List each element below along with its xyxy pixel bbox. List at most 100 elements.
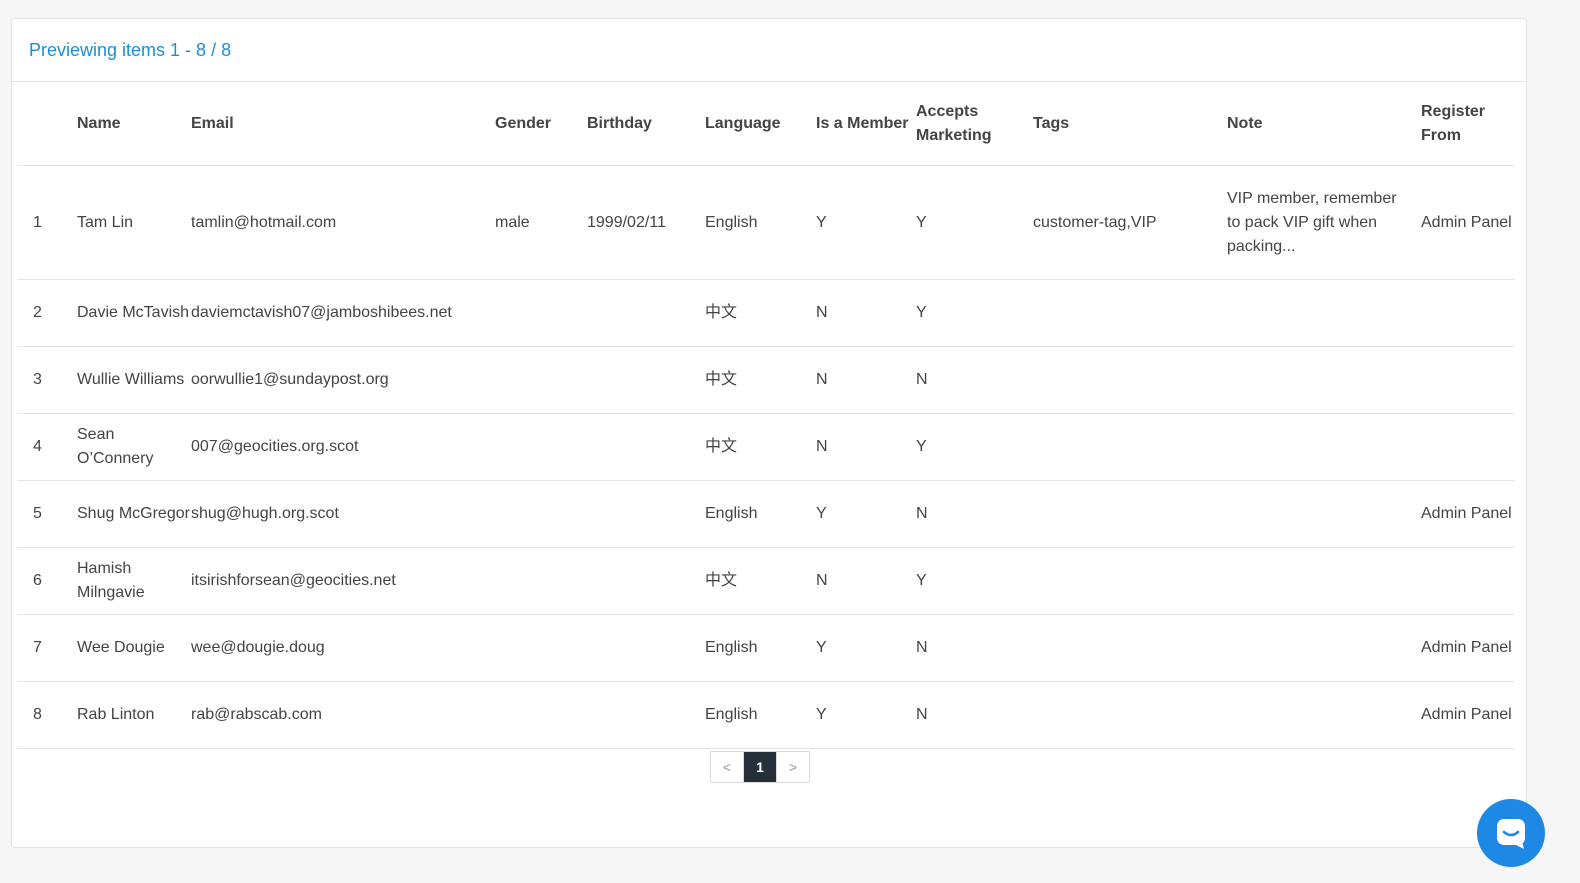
cell-index: 3 [33, 371, 42, 388]
cell-index: 6 [33, 572, 42, 589]
cell-register-from: Admin Panel [1421, 213, 1512, 231]
cell-email: oorwullie1@sundaypost.org [191, 371, 389, 388]
table-row: 3 Wullie Williams oorwullie1@sundaypost.… [17, 347, 1515, 414]
cell-gender [495, 280, 587, 347]
customers-table: Name Email Gender Birthday Language Is a… [17, 82, 1515, 749]
cell-index: 5 [33, 505, 42, 522]
cell-name: Wullie Williams [77, 371, 185, 388]
cell-gender: male [495, 213, 530, 231]
cell-gender [495, 414, 587, 481]
cell-note: VIP member, remember to pack VIP gift wh… [1227, 189, 1397, 255]
table-row: 5 Shug McGregor shug@hugh.org.scot Engli… [17, 481, 1515, 548]
cell-gender [495, 347, 587, 414]
cell-tags [1033, 414, 1227, 481]
cell-accepts-marketing: N [916, 371, 928, 388]
cell-is-member: Y [816, 505, 827, 522]
cell-name: Sean O’Connery [77, 426, 154, 467]
cell-name: Tam Lin [77, 213, 134, 231]
cell-tags [1033, 280, 1227, 347]
table-row: 7 Wee Dougie wee@dougie.doug English Y N… [17, 615, 1515, 682]
column-header-index [17, 82, 77, 166]
cell-name: Hamish Milngavie [77, 560, 145, 601]
cell-register-from: Admin Panel [1421, 639, 1512, 656]
cell-accepts-marketing: N [916, 505, 928, 522]
cell-language: English [705, 639, 758, 656]
cell-email: rab@rabscab.com [191, 706, 322, 723]
cell-birthday [587, 682, 705, 749]
cell-index: 4 [33, 438, 42, 455]
cell-gender [495, 682, 587, 749]
cell-index: 7 [33, 639, 42, 656]
column-header-register-from: Register From [1421, 102, 1486, 144]
cell-language: 中文 [705, 304, 738, 321]
column-header-language: Language [705, 114, 781, 132]
cell-is-member: N [816, 304, 828, 321]
cell-accepts-marketing: Y [916, 304, 927, 321]
cell-accepts-marketing: Y [916, 438, 927, 455]
card-header: Previewing items 1 - 8 / 8 [12, 19, 1526, 82]
cell-name: Rab Linton [77, 706, 155, 723]
cell-note [1227, 682, 1421, 749]
table-header-row: Name Email Gender Birthday Language Is a… [17, 82, 1515, 166]
cell-index: 2 [33, 304, 42, 321]
cell-accepts-marketing: Y [916, 572, 927, 589]
cell-register-from [1421, 414, 1515, 481]
cell-is-member: Y [816, 639, 827, 656]
pagination: < 1 > [710, 751, 810, 783]
cell-gender [495, 615, 587, 682]
column-header-birthday: Birthday [587, 114, 652, 132]
cell-is-member: Y [816, 213, 827, 231]
cell-tags [1033, 615, 1227, 682]
cell-name: Davie McTavish [77, 304, 190, 321]
cell-birthday [587, 615, 705, 682]
table-row: 8 Rab Linton rab@rabscab.com English Y N… [17, 682, 1515, 749]
cell-language: English [705, 213, 758, 231]
cell-is-member: N [816, 371, 828, 388]
cell-is-member: Y [816, 706, 827, 723]
cell-email: itsirishforsean@geocities.net [191, 572, 396, 589]
column-header-gender: Gender [495, 114, 552, 132]
cell-tags [1033, 481, 1227, 548]
cell-gender [495, 548, 587, 615]
cell-register-from: Admin Panel [1421, 505, 1512, 522]
cell-gender [495, 481, 587, 548]
cell-tags: customer-tag,VIP [1033, 213, 1157, 231]
cell-tags [1033, 682, 1227, 749]
cell-email: wee@dougie.doug [191, 639, 325, 656]
cell-note [1227, 280, 1421, 347]
cell-register-from [1421, 347, 1515, 414]
table-row: 6 Hamish Milngavie itsirishforsean@geoci… [17, 548, 1515, 615]
table-row: 4 Sean O’Connery 007@geocities.org.scot … [17, 414, 1515, 481]
cell-note [1227, 481, 1421, 548]
preview-title: Previewing items 1 - 8 / 8 [29, 39, 232, 60]
cell-tags [1033, 347, 1227, 414]
cell-index: 8 [33, 706, 42, 723]
cell-is-member: N [816, 438, 828, 455]
column-header-tags: Tags [1033, 114, 1070, 132]
cell-email: shug@hugh.org.scot [191, 505, 339, 522]
cell-birthday [587, 481, 705, 548]
table-row: 1 Tam Lin tamlin@hotmail.com male 1999/0… [17, 166, 1515, 280]
cell-name: Wee Dougie [77, 639, 165, 656]
cell-accepts-marketing: Y [916, 213, 927, 231]
cell-language: 中文 [705, 572, 738, 589]
next-page-button[interactable]: > [776, 752, 809, 782]
cell-email: 007@geocities.org.scot [191, 438, 359, 455]
cell-note [1227, 615, 1421, 682]
cell-register-from: Admin Panel [1421, 706, 1512, 723]
chat-launcher-button[interactable] [1477, 799, 1545, 867]
cell-register-from [1421, 280, 1515, 347]
cell-language: English [705, 505, 758, 522]
page-1-button[interactable]: 1 [744, 752, 776, 782]
cell-email: daviemctavish07@jamboshibees.net [191, 304, 452, 321]
cell-birthday [587, 548, 705, 615]
column-header-is-member: Is a Member [816, 114, 909, 132]
cell-birthday: 1999/02/11 [587, 213, 666, 231]
cell-index: 1 [33, 213, 42, 231]
column-header-accepts-marketing: Accepts Marketing [916, 102, 992, 144]
cell-name: Shug McGregor [77, 505, 190, 522]
cell-note [1227, 414, 1421, 481]
cell-accepts-marketing: N [916, 639, 928, 656]
prev-page-button[interactable]: < [711, 752, 744, 782]
cell-email: tamlin@hotmail.com [191, 213, 337, 231]
